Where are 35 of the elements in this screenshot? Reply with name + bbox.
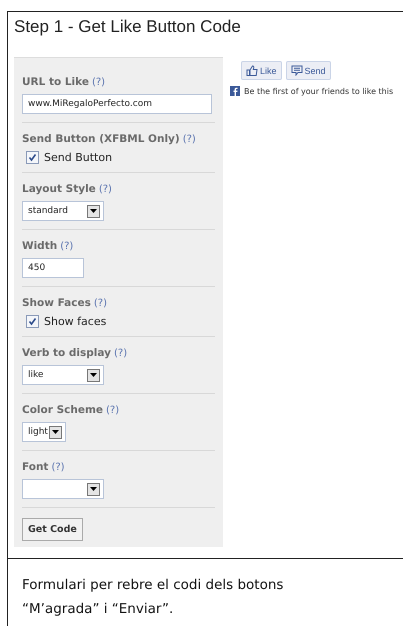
facebook-icon [230, 86, 240, 96]
help-link[interactable]: (?) [60, 241, 74, 252]
like-button[interactable]: Like [241, 61, 282, 80]
field-label: Verb to display (?) [22, 347, 128, 359]
help-link[interactable]: (?) [92, 77, 106, 88]
checkbox-label: Show faces [44, 315, 106, 328]
field-label: Layout Style (?) [22, 183, 113, 195]
help-link[interactable]: (?) [106, 405, 120, 416]
field-label: Send Button (XFBML Only) (?) [22, 133, 197, 145]
checkbox[interactable] [26, 151, 39, 164]
dropdown[interactable]: like [22, 365, 104, 385]
send-button[interactable]: Send [286, 61, 331, 80]
text-field[interactable]: www.MiRegaloPerfecto.com [22, 94, 212, 114]
get-code-button[interactable]: Get Code [22, 518, 83, 541]
help-link[interactable]: (?) [182, 134, 196, 145]
field-label: Width (?) [22, 240, 74, 252]
field-label: URL to Like (?) [22, 76, 106, 88]
field-label: Color Scheme (?) [22, 404, 120, 416]
field-label: Font (?) [22, 461, 66, 473]
help-link[interactable]: (?) [98, 184, 112, 195]
dropdown[interactable]: light [22, 422, 66, 442]
help-link[interactable]: (?) [51, 462, 65, 473]
speech-bubble-icon [290, 65, 303, 76]
checkbox[interactable] [26, 315, 39, 328]
dropdown[interactable] [22, 479, 104, 499]
thumbs-up-icon [246, 65, 258, 76]
social-text: Be the first of your friends to like this [244, 86, 394, 96]
checkbox-label: Send Button [44, 151, 112, 164]
dropdown[interactable]: standard [22, 201, 104, 221]
text-field[interactable]: 450 [22, 258, 84, 278]
help-link[interactable]: (?) [94, 298, 107, 309]
field-label: Show Faces (?) [22, 297, 108, 309]
caption: Formulari per rebre el codi dels botons “M’agrada” i “Enviar”. [7, 559, 307, 626]
help-link[interactable]: (?) [114, 348, 128, 359]
page-title: Step 1 - Get Like Button Code [13, 16, 242, 38]
